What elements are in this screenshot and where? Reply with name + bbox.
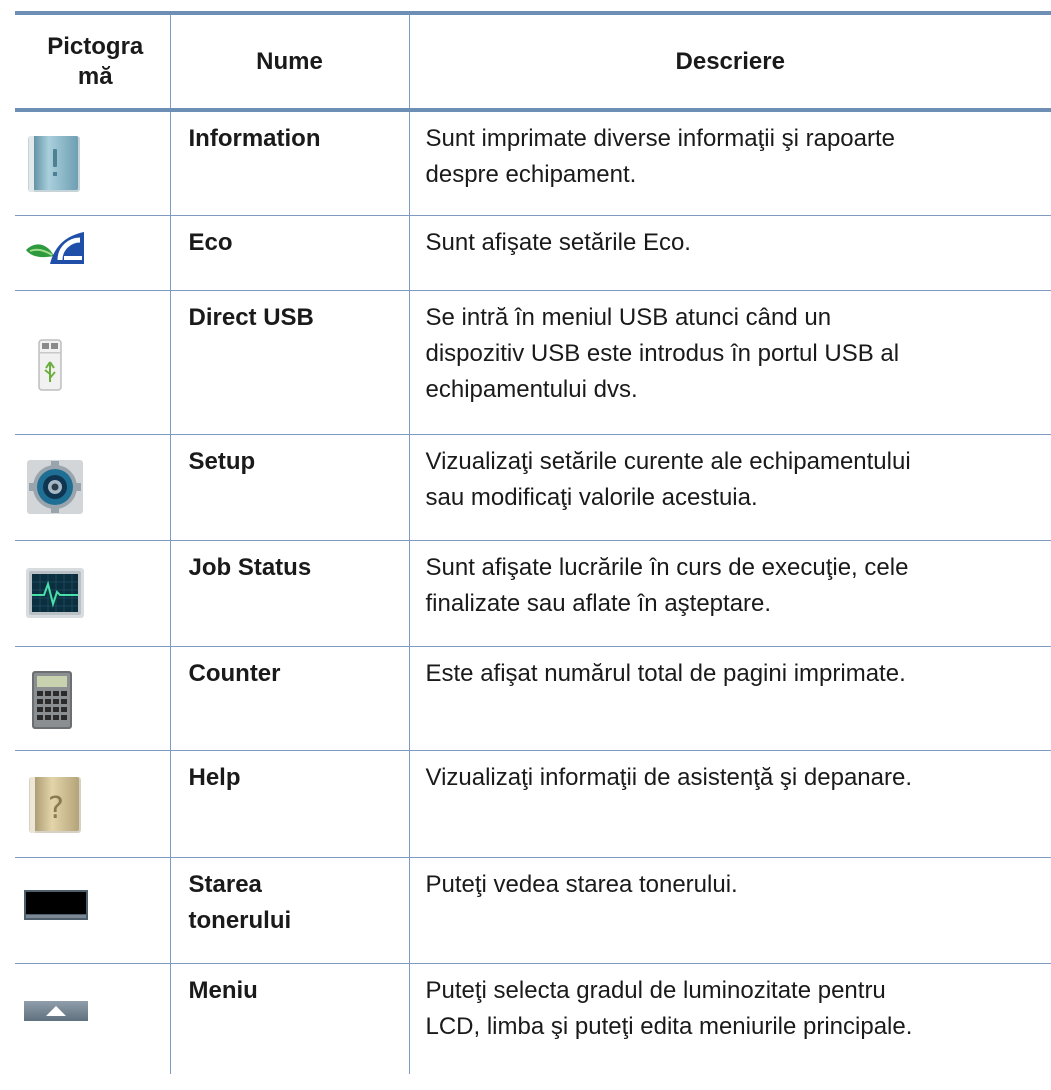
name-line: tonerului xyxy=(188,906,292,934)
icon-cell xyxy=(15,215,170,290)
table-row: ? Help Vizualizaţi informaţii de asisten… xyxy=(15,750,1051,857)
row-description: Se intră în meniul USB atunci când un dis… xyxy=(408,290,1051,434)
header-icon-column: Pictogra mă xyxy=(15,13,170,110)
desc-line: Sunt imprimate diverse informaţii şi rap… xyxy=(425,125,896,152)
icon-cell xyxy=(15,434,170,540)
row-name: Direct USB xyxy=(169,290,409,434)
header-icon-line2: mă xyxy=(77,62,113,90)
row-description: Sunt afişate lucrările în curs de execuţ… xyxy=(408,540,1051,646)
row-description: Puteţi vedea starea tonerului. xyxy=(408,857,1051,963)
table-row: Information Sunt imprimate diverse infor… xyxy=(15,110,1051,215)
row-description: Vizualizaţi informaţii de asistenţă şi d… xyxy=(408,750,1051,857)
icon-cell xyxy=(15,290,170,434)
information-icon xyxy=(24,133,86,195)
desc-line: dispozitiv USB este introdus în portul U… xyxy=(425,339,900,367)
desc-line: Vizualizaţi informaţii de asistenţă şi d… xyxy=(425,763,913,791)
table-row: Eco Sunt afişate setările Eco. xyxy=(15,215,1051,290)
icon-cell xyxy=(15,857,170,963)
desc-line: Puteţi selecta gradul de luminozitate pe… xyxy=(425,976,886,1004)
row-name: Job Status xyxy=(169,540,409,646)
row-description: Sunt imprimate diverse informaţii şi rap… xyxy=(408,110,1051,215)
calculator-icon xyxy=(24,668,86,730)
toner-status-icon xyxy=(24,890,88,920)
row-description: Vizualizaţi setările curente ale echipam… xyxy=(408,434,1051,540)
table-row: Direct USB Se intră în meniul USB atunci… xyxy=(15,290,1051,434)
row-description: Sunt afişate setările Eco. xyxy=(408,215,1051,290)
icon-cell xyxy=(15,646,170,750)
header-name-column: Nume xyxy=(169,13,409,110)
usb-drive-icon xyxy=(24,334,86,396)
menu-arrow-icon xyxy=(24,1000,88,1021)
table-row: Counter Este afişat numărul total de pag… xyxy=(15,646,1051,750)
row-name: Help xyxy=(169,750,409,857)
desc-line: sau modificaţi valorile acestuia. xyxy=(425,483,758,511)
job-status-monitor-icon xyxy=(24,562,86,624)
svg-text:?: ? xyxy=(48,791,64,826)
icon-cell xyxy=(15,540,170,646)
desc-line: despre echipament. xyxy=(425,161,637,188)
desc-line: Este afişat numărul total de pagini impr… xyxy=(425,659,906,687)
table-header: Pictogra mă Nume Descriere xyxy=(15,13,1051,110)
icon-cell xyxy=(15,110,170,215)
icons-table: Pictogra mă Nume Descriere Information S… xyxy=(15,11,1051,1074)
row-name: Meniu xyxy=(169,963,409,1074)
name-line: Starea xyxy=(188,870,262,898)
eco-icon xyxy=(24,218,86,280)
table-row: Starea tonerului Puteţi vedea starea tone… xyxy=(15,857,1051,963)
table-row: Job Status Sunt afişate lucrările în cur… xyxy=(15,540,1051,646)
desc-line: Puteţi vedea starea tonerului. xyxy=(425,870,738,898)
row-name: Eco xyxy=(169,215,409,290)
row-description: Puteţi selecta gradul de luminozitate pe… xyxy=(408,963,1051,1074)
desc-line: LCD, limba şi puteţi edita meniurile pri… xyxy=(425,1012,913,1040)
icon-cell: ? xyxy=(15,750,170,857)
table-body: Information Sunt imprimate diverse infor… xyxy=(15,110,1051,1074)
help-book-icon: ? xyxy=(24,774,86,836)
desc-line: finalizate sau aflate în aşteptare. xyxy=(425,589,772,617)
desc-line: Vizualizaţi setările curente ale echipam… xyxy=(425,447,911,475)
setup-gear-icon xyxy=(24,456,86,518)
row-name: Information xyxy=(169,110,409,215)
header-description-column: Descriere xyxy=(408,13,1051,110)
table-row: Meniu Puteţi selecta gradul de luminozit… xyxy=(15,963,1051,1074)
desc-line: Sunt afişate setările Eco. xyxy=(425,228,691,256)
table-row: Setup Vizualizaţi setările curente ale e… xyxy=(15,434,1051,540)
row-name: Setup xyxy=(169,434,409,540)
icons-table-wrapper: Pictogra mă Nume Descriere Information S… xyxy=(15,11,1051,1074)
desc-line: echipamentului dvs. xyxy=(425,375,638,403)
desc-line: Se intră în meniul USB atunci când un xyxy=(425,303,832,331)
row-name: Starea tonerului xyxy=(169,857,409,963)
header-row: Pictogra mă Nume Descriere xyxy=(15,13,1051,110)
header-icon-line1: Pictogra xyxy=(47,32,144,60)
desc-line: Sunt afişate lucrările în curs de execuţ… xyxy=(425,553,909,581)
row-description: Este afişat numărul total de pagini impr… xyxy=(408,646,1051,750)
row-name: Counter xyxy=(169,646,409,750)
icon-cell xyxy=(15,963,170,1074)
